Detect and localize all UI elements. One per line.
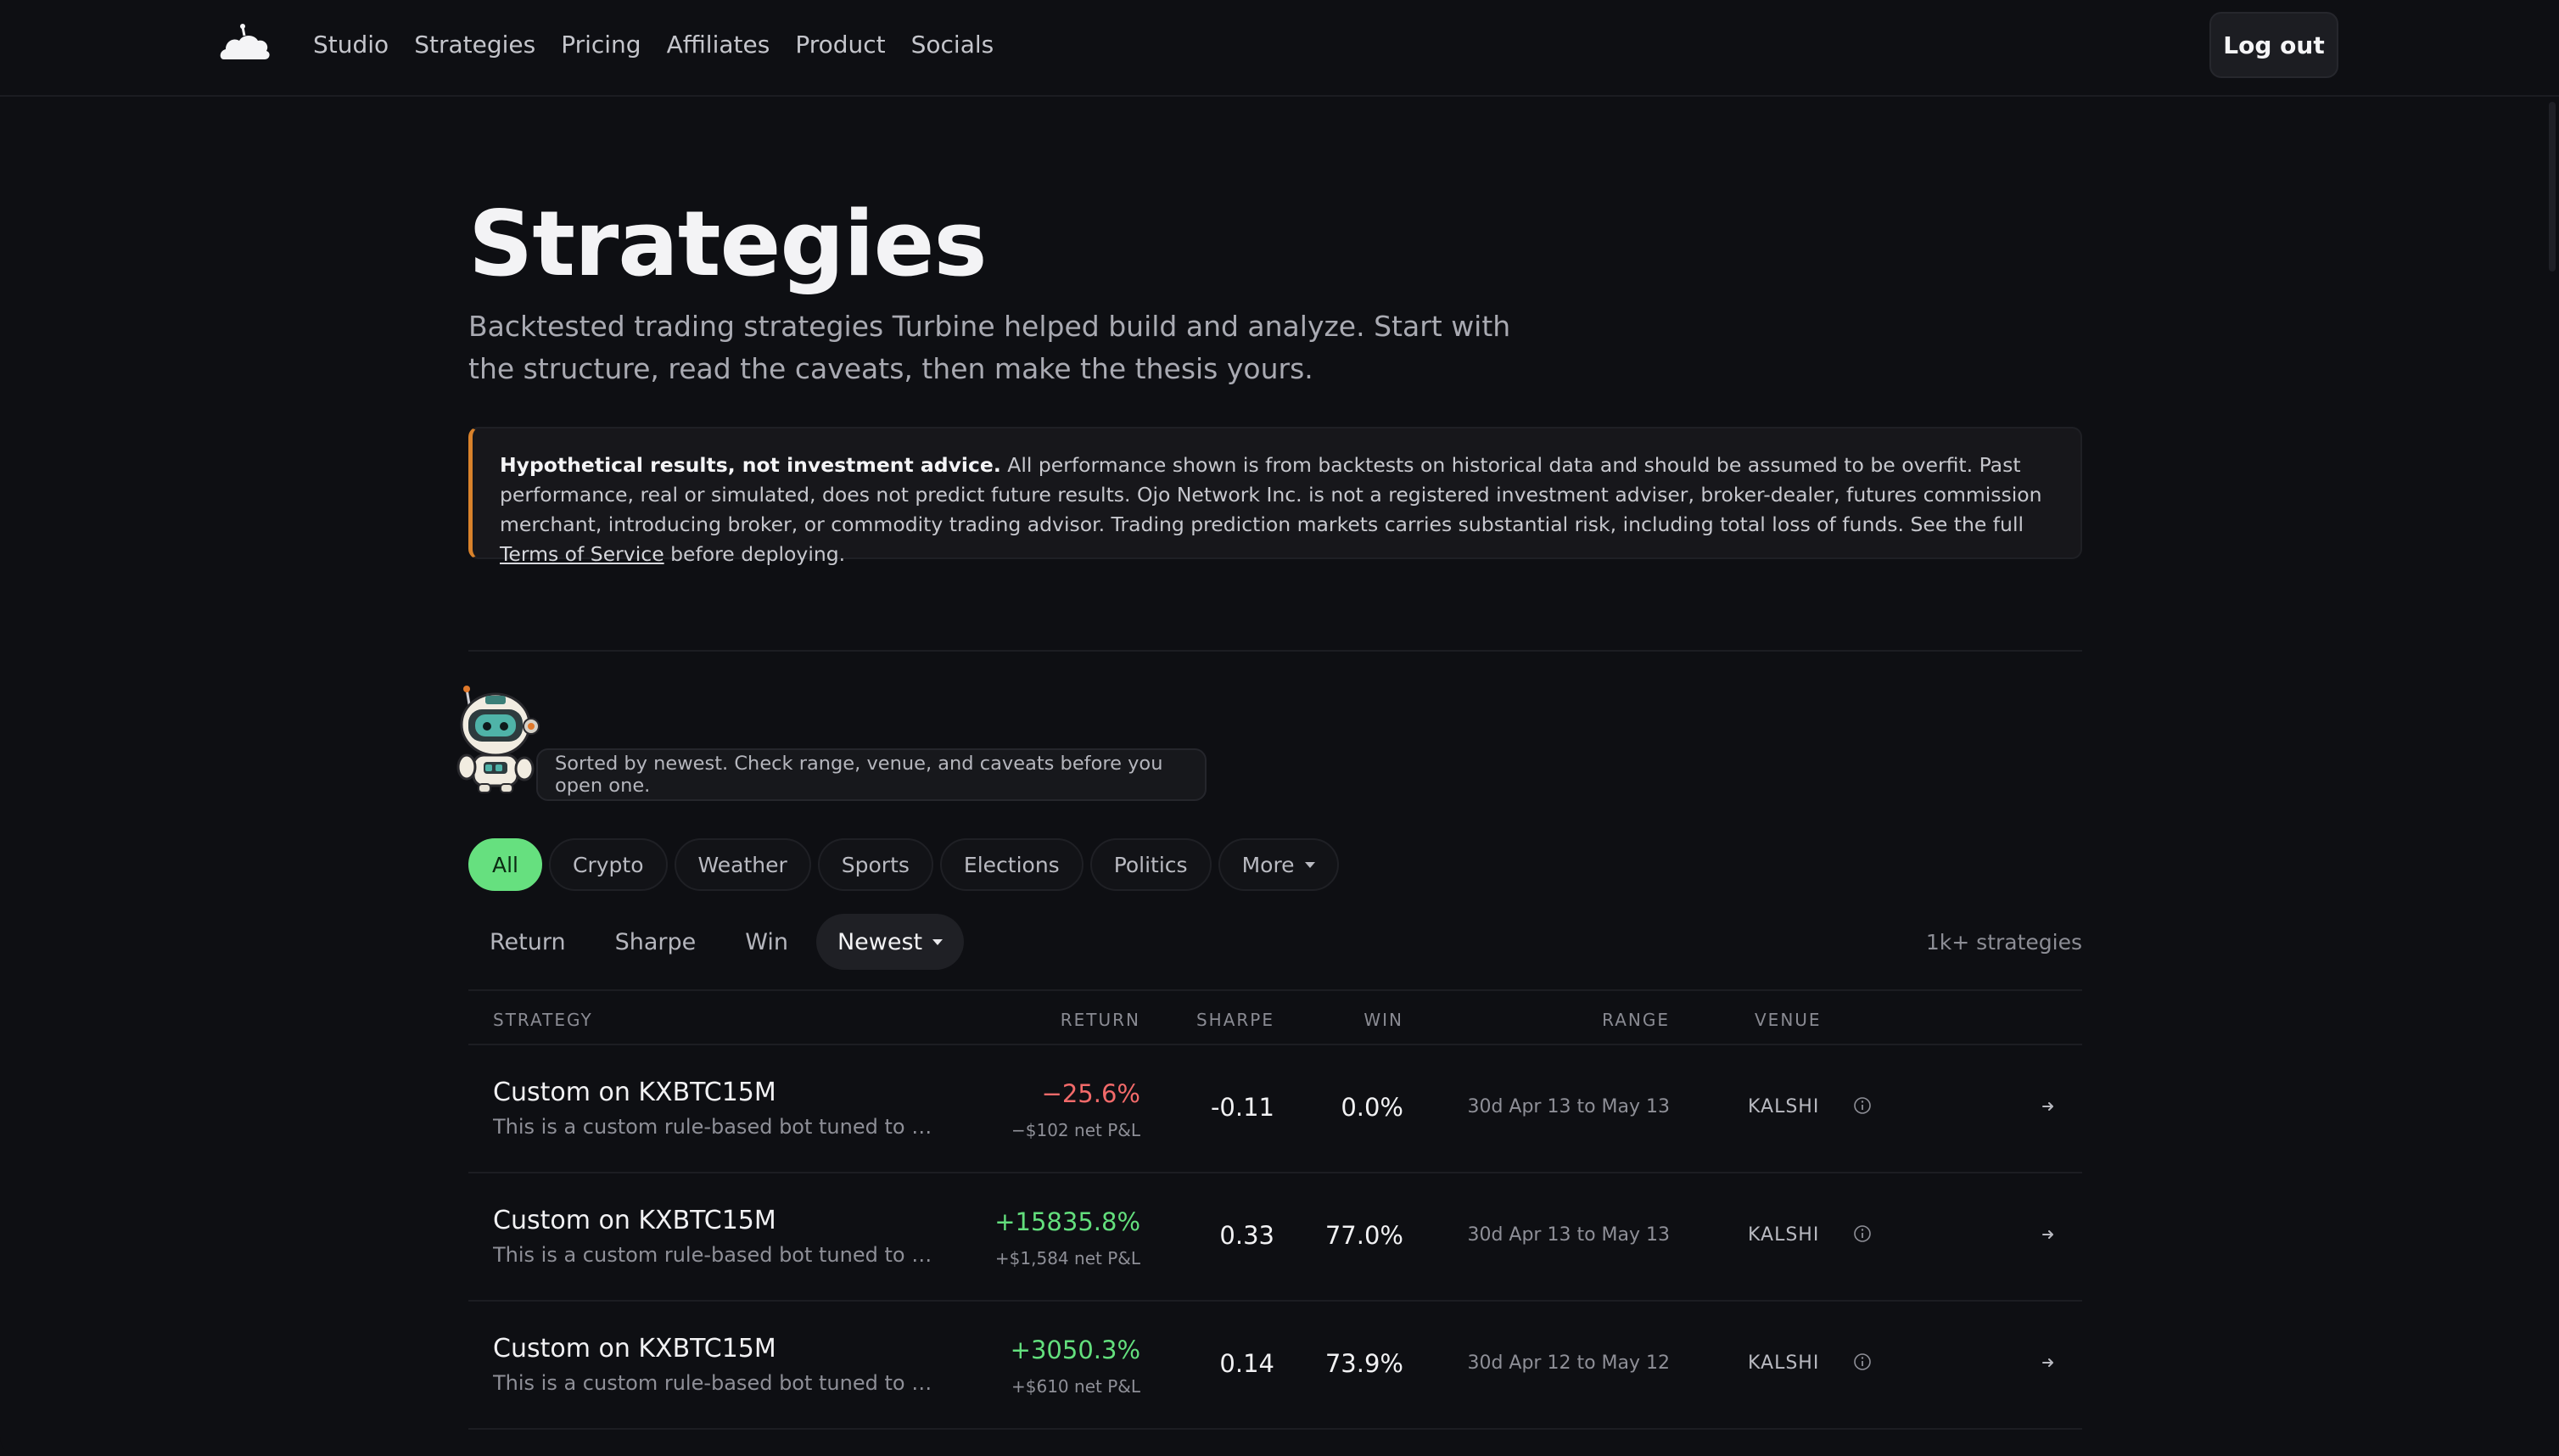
turbine-logo-icon[interactable] [217, 22, 272, 66]
disclaimer-banner: Hypothetical results, not investment adv… [468, 427, 2082, 566]
filter-all[interactable]: All [468, 838, 542, 891]
strategy-return: −25.6% [1041, 1079, 1140, 1108]
strategy-return: +3050.3% [1010, 1336, 1140, 1364]
section-divider [468, 650, 2082, 652]
filter-label: Elections [963, 852, 1060, 877]
header-range[interactable]: RANGE [1602, 1010, 1670, 1030]
strategy-count: 1k+ strategies [1925, 930, 2082, 955]
disclaimer-heading: Hypothetical results, not investment adv… [500, 453, 1001, 477]
header-win[interactable]: WIN [1363, 1010, 1403, 1030]
filter-elections[interactable]: Elections [939, 838, 1084, 891]
strategy-description: This is a custom rule-based bot tuned to… [493, 1115, 934, 1139]
strategy-range: 30d Apr 13 to May 13 [1467, 1224, 1670, 1246]
strategy-pnl: +$1,584 net P&L [994, 1248, 1140, 1268]
nav-strategies[interactable]: Strategies [414, 27, 535, 63]
sort-sharpe[interactable]: Sharpe [594, 914, 718, 970]
header-return[interactable]: RETURN [1061, 1010, 1140, 1030]
strategy-venue: KALSHI [1748, 1352, 1820, 1374]
strategy-description: This is a custom rule-based bot tuned to… [493, 1371, 934, 1395]
filter-more-dropdown[interactable]: More [1218, 838, 1339, 891]
table-row[interactable]: Custom on KXBTC15M This is a custom rule… [468, 1173, 2082, 1302]
filter-label: Crypto [573, 852, 644, 877]
sort-options: Return Sharpe Win Newest [468, 914, 965, 970]
strategy-name[interactable]: Custom on KXBTC15M [493, 1206, 776, 1235]
caret-down-icon [1304, 861, 1315, 868]
header-strategy[interactable]: STRATEGY [493, 1010, 593, 1030]
strategy-range: 30d Apr 13 to May 13 [1467, 1096, 1670, 1117]
top-navbar: Studio Strategies Pricing Affiliates Pro… [0, 0, 2559, 97]
nav-studio[interactable]: Studio [313, 27, 389, 63]
sort-newest-dropdown[interactable]: Newest [815, 914, 965, 970]
header-sharpe[interactable]: SHARPE [1196, 1010, 1274, 1030]
strategy-description: This is a custom rule-based bot tuned to… [493, 1243, 934, 1267]
strategy-sharpe: -0.11 [1210, 1093, 1274, 1122]
arrow-right-icon[interactable] [2040, 1098, 2057, 1115]
filter-label: Politics [1113, 852, 1188, 877]
category-filters: All Crypto Weather Sports Elections Poli… [468, 838, 1339, 891]
filter-label: Weather [697, 852, 787, 877]
caret-down-icon [932, 938, 944, 945]
nav-pricing[interactable]: Pricing [561, 27, 641, 63]
page-scrollbar[interactable] [2549, 102, 2556, 272]
filter-label: Sports [841, 852, 910, 877]
sort-label: Win [745, 928, 788, 955]
strategy-venue: KALSHI [1748, 1096, 1820, 1117]
strategy-sharpe: 0.14 [1219, 1349, 1274, 1378]
nav-product[interactable]: Product [795, 27, 885, 63]
sort-label: Sharpe [614, 928, 697, 955]
strategy-pnl: +$610 net P&L [1011, 1376, 1140, 1397]
sort-label: Return [490, 928, 566, 955]
sort-return[interactable]: Return [468, 914, 587, 970]
sort-label: Newest [837, 928, 923, 955]
strategy-win: 73.9% [1324, 1349, 1403, 1378]
mascot-tip-bubble: Sorted by newest. Check range, venue, an… [536, 748, 1207, 801]
strategy-name[interactable]: Custom on KXBTC15M [493, 1078, 776, 1107]
arrow-right-icon[interactable] [2040, 1354, 2057, 1371]
logout-button[interactable]: Log out [2209, 12, 2338, 78]
strategy-venue: KALSHI [1748, 1224, 1820, 1246]
page-title: Strategies [468, 192, 988, 296]
info-icon[interactable] [1853, 1096, 1872, 1115]
page-subtitle: Backtested trading strategies Turbine he… [468, 310, 1511, 385]
filter-weather[interactable]: Weather [674, 838, 811, 891]
filter-crypto[interactable]: Crypto [549, 838, 668, 891]
terms-of-service-link[interactable]: Terms of Service [500, 542, 664, 566]
strategy-range: 30d Apr 12 to May 12 [1467, 1352, 1670, 1374]
strategies-table: STRATEGY RETURN SHARPE WIN RANGE VENUE C… [468, 989, 2082, 1430]
nav-affiliates[interactable]: Affiliates [667, 27, 770, 63]
info-icon[interactable] [1853, 1224, 1872, 1243]
strategy-win: 0.0% [1341, 1093, 1403, 1122]
app-frame: Studio Strategies Pricing Affiliates Pro… [0, 0, 2559, 1456]
table-row[interactable]: Custom on KXBTC15M This is a custom rule… [468, 1302, 2082, 1430]
filter-politics[interactable]: Politics [1089, 838, 1212, 891]
filter-label: All [492, 852, 518, 877]
filter-sports[interactable]: Sports [817, 838, 933, 891]
strategy-name[interactable]: Custom on KXBTC15M [493, 1334, 776, 1364]
disclaimer-tail: before deploying. [664, 542, 846, 566]
nav-socials[interactable]: Socials [911, 27, 994, 63]
sort-win[interactable]: Win [724, 914, 809, 970]
strategy-win: 77.0% [1324, 1221, 1403, 1250]
arrow-right-icon[interactable] [2040, 1226, 2057, 1243]
strategy-pnl: −$102 net P&L [1011, 1120, 1140, 1140]
table-header: STRATEGY RETURN SHARPE WIN RANGE VENUE [468, 989, 2082, 1045]
nav-links: Studio Strategies Pricing Affiliates Pro… [313, 27, 994, 63]
info-icon[interactable] [1853, 1352, 1872, 1371]
header-venue[interactable]: VENUE [1755, 1010, 1822, 1030]
table-row[interactable]: Custom on KXBTC15M This is a custom rule… [468, 1045, 2082, 1173]
strategy-return: +15835.8% [994, 1207, 1140, 1236]
strategy-sharpe: 0.33 [1219, 1221, 1274, 1250]
robot-mascot-icon [456, 686, 540, 793]
filter-label: More [1241, 852, 1295, 877]
